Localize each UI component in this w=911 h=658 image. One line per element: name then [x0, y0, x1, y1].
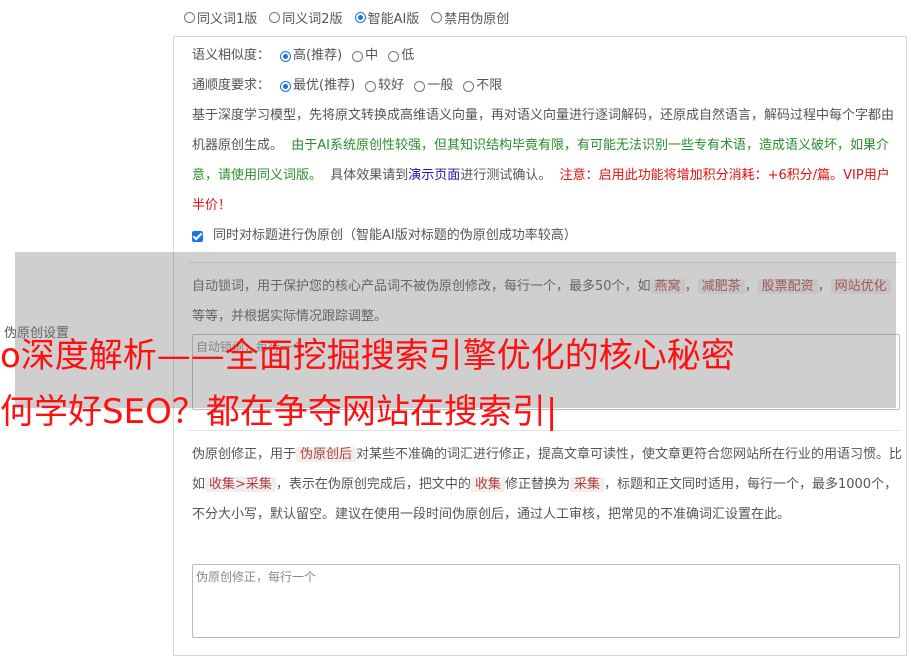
- similarity-row: 语义相似度： 高(推荐) 中 低: [192, 41, 896, 71]
- radio-icon[interactable]: [352, 50, 364, 62]
- demo-page-link[interactable]: 演示页面: [408, 168, 460, 183]
- radio-selected-icon[interactable]: [280, 50, 292, 62]
- radio-selected-icon[interactable]: [354, 12, 366, 23]
- similarity-medium[interactable]: 中: [352, 41, 378, 71]
- ai-description: 基于深度学习模型，先将原文转换成高维语义向量，再对语义向量进行逐词解码，还原成自…: [192, 108, 895, 213]
- radio-selected-icon[interactable]: [280, 80, 292, 92]
- keyword-example: 伪原创后: [296, 447, 357, 462]
- version-option-synonym-2[interactable]: 同义词2版: [269, 8, 343, 27]
- radio-icon[interactable]: [184, 12, 195, 23]
- similarity-low[interactable]: 低: [388, 41, 414, 71]
- similarity-label: 语义相似度：: [192, 48, 271, 63]
- fluency-best[interactable]: 最优(推荐): [280, 71, 355, 101]
- version-option-disable[interactable]: 禁用伪原创: [431, 8, 509, 27]
- radio-icon[interactable]: [269, 12, 281, 23]
- version-option-synonym-1[interactable]: 同义词1版: [184, 8, 257, 27]
- keyword-example: 采集: [569, 477, 604, 492]
- radio-icon[interactable]: [414, 80, 426, 92]
- ai-settings-content: 语义相似度： 高(推荐) 中 低 通顺度要求： 最优(推荐) 较好 一般 不限 …: [192, 37, 896, 251]
- keyword-example: 收集>采集: [205, 477, 276, 492]
- version-option-ai[interactable]: 智能AI版: [354, 8, 419, 27]
- fluency-label: 通顺度要求：: [192, 78, 271, 93]
- title-checkbox-row[interactable]: 同时对标题进行伪原创（智能AI版对标题的伪原创成功率较高）: [192, 221, 896, 251]
- keyword-example: 收集: [470, 477, 505, 492]
- correction-description: 伪原创修正，用于 伪原创后 对某些不准确的词汇进行修正，提高文章可读性，使文章更符合…: [192, 447, 903, 522]
- watermark-line-2: 何学好SEO？都在争夺网站在搜索引|: [0, 392, 558, 432]
- fluency-good[interactable]: 较好: [365, 71, 404, 101]
- fluency-unlimited[interactable]: 不限: [463, 71, 502, 101]
- radio-icon[interactable]: [365, 80, 377, 92]
- radio-icon[interactable]: [431, 12, 443, 23]
- checkbox-checked-icon[interactable]: [192, 230, 203, 242]
- fluency-normal[interactable]: 一般: [414, 71, 453, 101]
- watermark-overlay: [15, 252, 896, 408]
- radio-icon[interactable]: [463, 80, 475, 92]
- radio-icon[interactable]: [388, 50, 400, 62]
- watermark-line-1: o深度解析——全面挖掘搜索引擎优化的核心秘密: [0, 336, 735, 376]
- fluency-row: 通顺度要求： 最优(推荐) 较好 一般 不限: [192, 71, 896, 101]
- similarity-high[interactable]: 高(推荐): [280, 41, 342, 71]
- title-checkbox-label: 同时对标题进行伪原创（智能AI版对标题的伪原创成功率较高）: [213, 228, 577, 243]
- correction-input[interactable]: [192, 564, 900, 638]
- version-radio-group: 同义词1版 同义词2版 智能AI版 禁用伪原创: [184, 8, 509, 27]
